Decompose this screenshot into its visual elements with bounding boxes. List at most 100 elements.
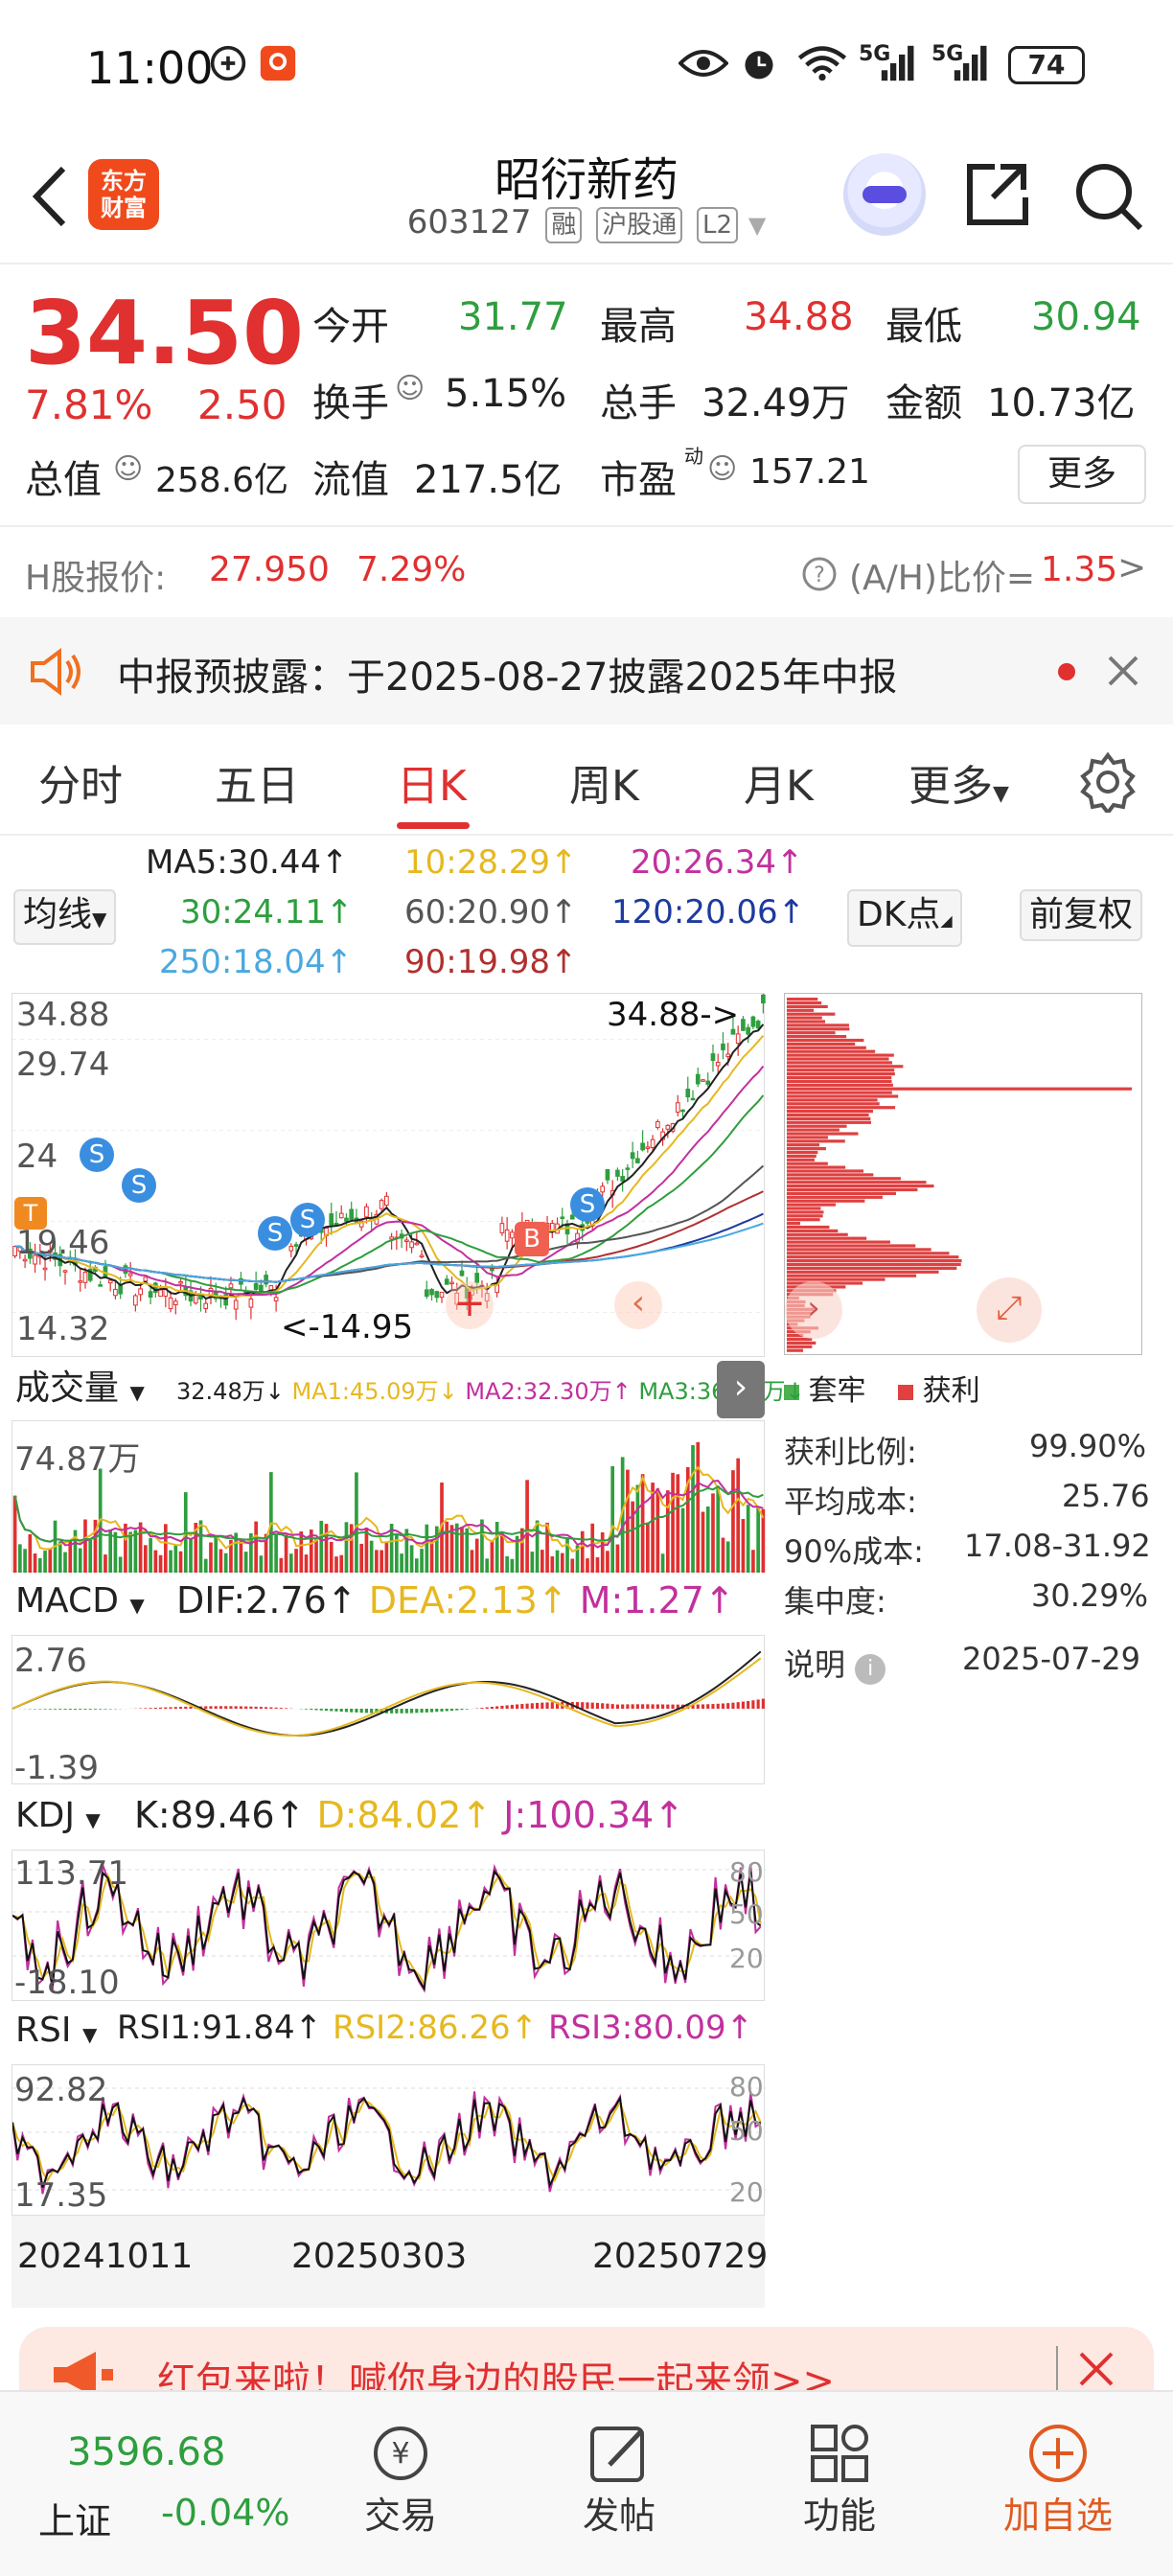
sell-marker[interactable]: S [570,1187,605,1222]
connect-tag: 沪股通 [596,207,683,243]
volume-bar [414,1558,419,1573]
tab-five-day[interactable]: 五日 [215,751,299,813]
macd-bar [63,1709,67,1710]
volume-bar [656,1488,660,1573]
h-share-label: H股报价: [25,559,167,598]
candle-body [620,1176,625,1182]
status-bar: 11:00 5G 5G 74 [0,0,1173,134]
profit-ratio-label: 获利比例: [784,1434,917,1470]
chip-distribution[interactable]: › ⤢ [784,993,1142,1355]
kline-chart[interactable]: 34.88 29.74 24 19.46 14.32 34.88-> <-14.… [12,993,766,1357]
sell-marker[interactable]: S [80,1138,114,1172]
volume-value: 32.49万 [702,381,850,426]
candle-body [721,1043,725,1050]
buy-marker[interactable]: B [515,1222,549,1256]
chip-bar [787,1031,836,1035]
nav-post[interactable]: 发帖 [542,2421,696,2539]
macd-bar [480,1708,484,1709]
macd-bar [149,1708,152,1709]
tab-weekly-k[interactable]: 周K [569,751,639,813]
macd-bar [173,1707,177,1709]
header: 东方 财富 昭衍新药 603127 融 沪股通 L2 ▼ [0,134,1173,264]
chip-bar [787,1158,815,1162]
rsi-selector[interactable]: RSI ▼ [12,2007,102,2058]
volume-bar [58,1541,62,1573]
sell-marker[interactable]: S [258,1216,292,1251]
volume-bar [359,1543,364,1573]
expand-icon[interactable]: ⤢ [977,1277,1042,1343]
volume-bar [470,1550,474,1573]
volume-chart[interactable]: 74.87万 [12,1420,766,1573]
close-icon[interactable] [1106,654,1140,688]
candle-body [635,1158,640,1163]
date-start: 20241011 [17,2237,194,2276]
more-button[interactable]: 更多 [1018,445,1146,504]
candle-body [419,1254,425,1258]
sell-marker[interactable]: S [290,1203,325,1237]
pan-left-icon[interactable]: ‹ [614,1281,662,1329]
kdj-selector[interactable]: KDJ ▼ [12,1792,104,1844]
macd-bar [99,1709,103,1710]
rsi-chart[interactable]: 92.82 17.35 80 50 20 [12,2064,766,2216]
chip-bar [787,1210,824,1214]
chip-bar [787,1106,896,1110]
rsi-80: 80 [729,2071,764,2103]
adjust-button[interactable]: 前复权 [1020,889,1143,941]
info-icon[interactable]: ☺ [113,452,143,486]
h-share-row[interactable]: H股报价: 27.950 7.29% ? (A/H)比价= 1.35 > [0,525,1173,617]
sell-marker[interactable]: S [122,1168,156,1203]
tab-daily-k[interactable]: 日K [397,751,467,813]
nav-functions[interactable]: 功能 [763,2421,916,2539]
tab-intraday[interactable]: 分时 [38,751,123,813]
l2-tag: L2 [696,207,738,243]
macd-bar [530,1703,534,1709]
candle-body [645,1146,651,1149]
tab-monthly-k[interactable]: 月K [744,751,814,813]
ma-selector[interactable]: 均线▼ [13,889,117,945]
chevron-down-icon[interactable]: ▼ [748,212,766,239]
chip-bar [787,1027,850,1031]
settings-gear-icon[interactable] [1077,751,1138,813]
nav-add-watchlist[interactable]: 加自选 [981,2421,1135,2539]
notice-bar[interactable]: 中报预披露：于2025-08-27披露2025年中报 [0,617,1173,724]
nav-functions-label: 功能 [802,2495,876,2537]
expand-panel-button[interactable]: › [717,1361,765,1418]
volume-bar [218,1549,223,1573]
ah-ratio-value: 1.35 [1041,550,1118,589]
info-icon[interactable]: ☺ [395,372,425,405]
volume-selector[interactable]: 成交量 ▼ [12,1365,149,1416]
macd-bar [364,1709,368,1714]
candle-body [680,1109,685,1113]
volume-bar [259,1555,264,1573]
macd-selector[interactable]: MACD ▼ [12,1577,149,1629]
macd-bar [595,1702,600,1709]
volume-bar [535,1520,540,1573]
chip-arrow-icon[interactable]: › [785,1281,842,1339]
volume-bar [153,1550,158,1573]
dk-point-button[interactable]: DK点◢ [847,889,962,947]
close-icon[interactable] [1077,2350,1116,2388]
t-marker[interactable]: T [14,1197,47,1230]
macd-chart[interactable]: 2.76 -1.39 [12,1635,765,1787]
chip-bar [787,1098,878,1102]
macd-bar [536,1702,540,1709]
volume-bar [429,1539,434,1573]
volume-bar [691,1444,695,1573]
info-icon[interactable]: ☺ [707,452,737,486]
nav-trade[interactable]: ¥ 交易 [324,2421,477,2539]
assistant-robot-icon[interactable] [843,153,926,236]
volume-bar [138,1522,143,1573]
chip-note[interactable]: 说明 i [784,1641,886,1685]
tab-more[interactable]: 更多▼ [908,751,1009,813]
help-icon[interactable]: ? [801,556,838,592]
kdj-chart[interactable]: 113.71 -18.10 80 50 20 [12,1850,766,2002]
legend-trap: 套牢 [808,1374,866,1408]
share-icon[interactable] [962,159,1031,228]
search-icon[interactable] [1071,159,1144,232]
volume-selector-label: 成交量 [15,1368,120,1408]
macd-bar [621,1704,625,1709]
macd-bar [455,1709,459,1711]
candle-body [715,1062,721,1067]
zoom-in-icon[interactable]: + [446,1281,494,1329]
ma-line [14,1024,765,1300]
